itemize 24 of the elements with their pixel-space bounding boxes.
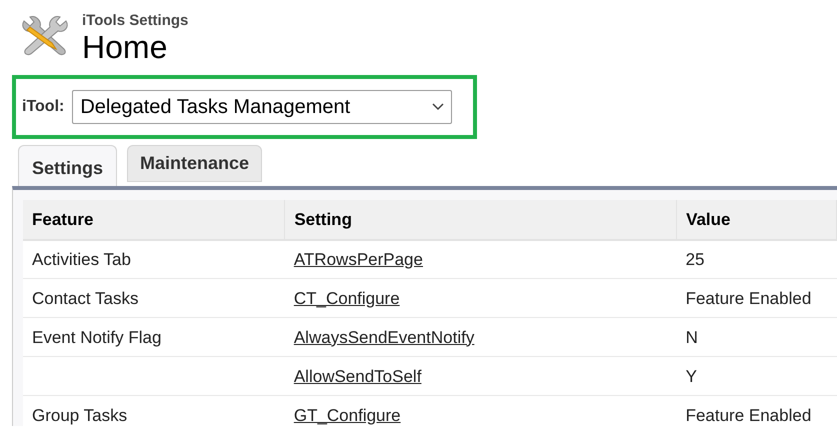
value-cell: Feature Enabled <box>686 288 812 308</box>
value-cell: 25 <box>686 250 704 269</box>
tab[interactable]: Maintenance <box>127 144 262 182</box>
value-cell: N <box>686 328 698 346</box>
header-subtitle: iTools Settings <box>82 12 188 31</box>
setting-link[interactable]: GT_Configure <box>294 406 401 424</box>
chevron-down-icon <box>432 102 444 111</box>
setting-link[interactable]: ATRowsPerPage <box>294 250 423 269</box>
feature-cell: Contact Tasks <box>32 288 138 308</box>
value-cell: Feature Enabled <box>686 406 812 424</box>
feature-cell: Event Notify Flag <box>32 328 162 346</box>
setting-link[interactable]: AlwaysSendEventNotify <box>294 328 474 346</box>
tab[interactable]: Settings <box>18 144 118 186</box>
column-header: Feature <box>23 200 285 240</box>
feature-cell: Group Tasks <box>32 406 128 424</box>
page-title: Home <box>82 30 168 63</box>
value-cell: Y <box>686 366 697 386</box>
column-header: Setting <box>284 200 677 240</box>
feature-cell: Activities Tab <box>32 250 131 269</box>
setting-link[interactable]: CT_Configure <box>294 288 400 308</box>
column-header: Value <box>676 200 836 240</box>
setting-link[interactable]: AllowSendToSelf <box>294 366 422 386</box>
itool-dropdown[interactable]: Delegated Tasks Management <box>72 90 452 124</box>
itool-label: iTool: <box>22 96 64 117</box>
